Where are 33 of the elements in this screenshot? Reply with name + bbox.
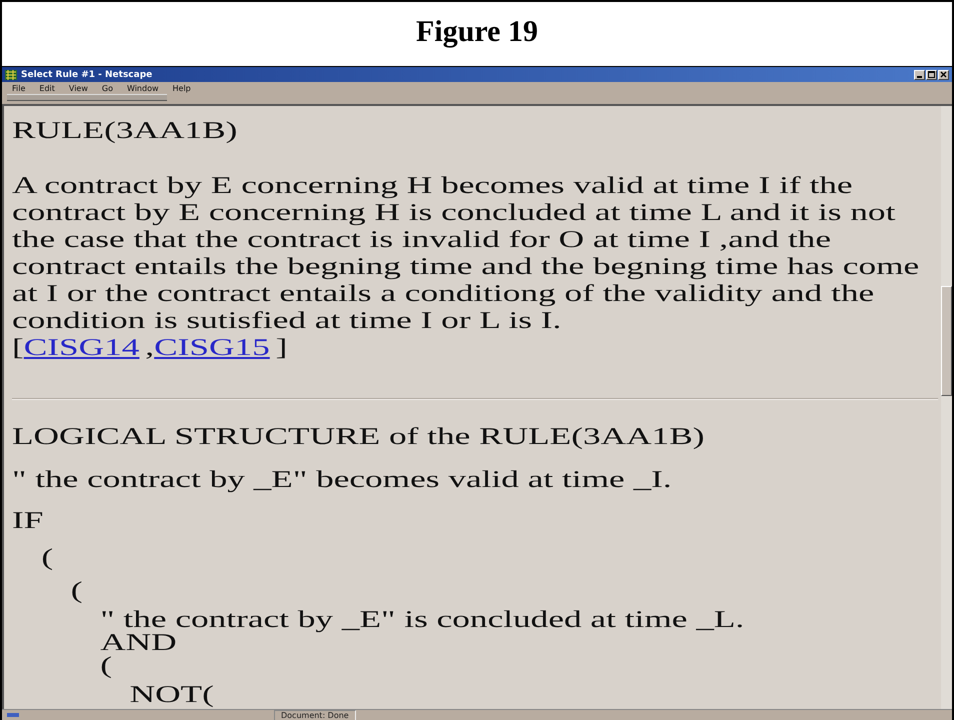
app-icon [5, 70, 17, 80]
close-icon [940, 71, 947, 78]
menu-item[interactable]: Window [126, 84, 159, 92]
separator: , [145, 335, 154, 361]
rule-paragraph: A contract by E concerning H becomes valid at time I if the contract by E concerning H is concluded at time L and it is not the case that the contract is invalid for O at time I ,and the contract entails the begning time and the begning time has come at I or the contract entails a conditiong of the validity and the condition is sutisfied at time I or L is I. [12, 173, 920, 335]
menu-item[interactable]: Help [172, 84, 191, 92]
logic-line: ( [70, 580, 84, 603]
logic-line: " the contract by _E" is concluded at time _L. [100, 609, 746, 632]
reference-link[interactable]: CISG15 [154, 335, 270, 361]
menu-item[interactable]: Edit [39, 84, 55, 92]
close-button[interactable] [938, 70, 949, 80]
minimize-button[interactable] [914, 70, 925, 80]
structure-title: LOGICAL STRUCTURE of the RULE(3AA1B) [12, 424, 706, 451]
logic-line: ( [100, 655, 113, 678]
reference-link[interactable]: CISG14 [24, 335, 140, 361]
figure-title: Figure 19 [415, 14, 539, 50]
menu-item[interactable]: View [68, 84, 88, 92]
menu-item[interactable]: File [12, 84, 26, 92]
maximize-button[interactable] [926, 70, 937, 80]
menu-item[interactable]: Go [102, 84, 113, 92]
bracket: [ [12, 335, 24, 361]
bracket: ] [276, 335, 288, 361]
logic-line: NOT( [130, 684, 215, 707]
logic-line: AND [100, 632, 178, 655]
rule-title: RULE(3AA1B) [12, 118, 238, 145]
statement: " the contract by _E" becomes valid at time _I. [12, 469, 673, 492]
logic-line: ( [41, 547, 54, 570]
window-title: Select Rule #1 - Netscape [21, 70, 152, 80]
scrollbar[interactable] [941, 106, 952, 709]
scroll-thumb[interactable] [941, 286, 952, 396]
status-text: Document: Done [274, 710, 356, 720]
maximize-icon [928, 71, 935, 78]
logic-line: IF [12, 510, 44, 533]
